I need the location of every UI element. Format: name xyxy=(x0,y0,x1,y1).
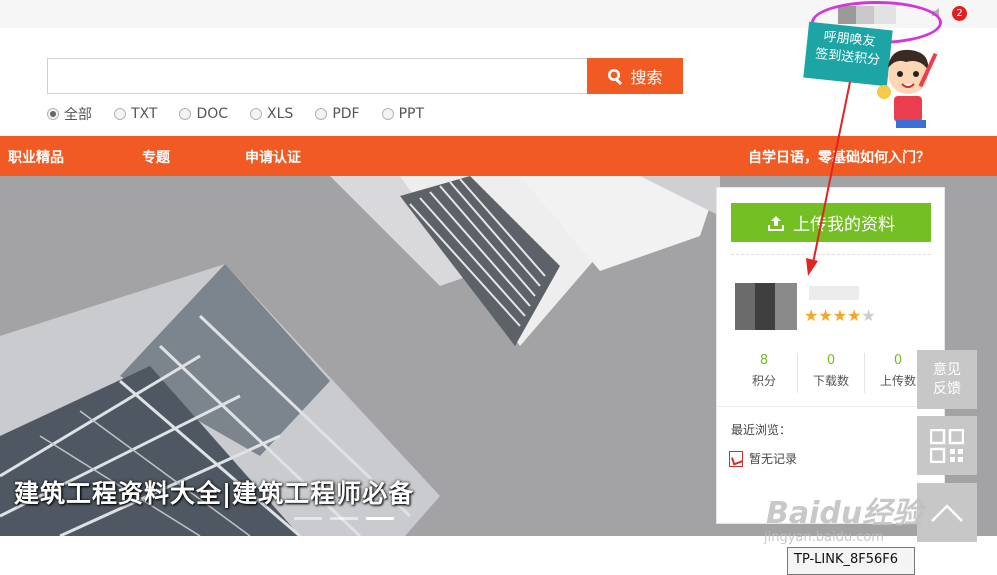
slide-indicators xyxy=(294,517,394,520)
radio-icon[interactable] xyxy=(179,108,192,120)
pdf-icon xyxy=(729,450,743,467)
radio-icon[interactable] xyxy=(47,108,59,120)
nav-item-topics[interactable]: 专题 xyxy=(142,147,170,167)
slide-dot[interactable] xyxy=(330,517,358,520)
filter-txt[interactable]: TXT xyxy=(114,104,157,124)
annotation-arrow xyxy=(806,81,851,276)
radio-icon[interactable] xyxy=(381,108,394,120)
stat-downloads[interactable]: 0 下载数 xyxy=(798,353,865,393)
recent-empty-text: 暂无记录 xyxy=(749,452,798,466)
baidu-watermark: Baidu经验 xyxy=(766,496,923,531)
star-icon: ★ xyxy=(832,306,848,325)
user-rating: ★★★★★ xyxy=(804,306,876,325)
banner-title[interactable]: 建筑工程资料大全|建筑工程师必备 xyxy=(14,474,414,510)
radio-icon[interactable] xyxy=(315,108,328,120)
stat-points[interactable]: 8 积分 xyxy=(731,353,798,393)
mascot-icon[interactable] xyxy=(876,44,940,130)
notification-badge[interactable]: 2 xyxy=(952,6,967,21)
slide-dot-active[interactable] xyxy=(366,517,394,520)
star-icon: ★ xyxy=(804,306,819,325)
user-name-blurred[interactable] xyxy=(809,286,859,300)
filter-doc[interactable]: DOC xyxy=(179,104,228,124)
baidu-watermark-url: jingyan.baidu.com xyxy=(764,530,884,545)
file-type-filters: 全部 TXT DOC XLS PDF PPT xyxy=(47,104,446,124)
recent-empty-row: 暂无记录 xyxy=(729,450,797,467)
feedback-button[interactable]: 意见 反馈 xyxy=(917,350,977,409)
search-button[interactable]: 搜索 xyxy=(587,58,683,94)
star-icon: ★ xyxy=(818,306,833,325)
recent-label: 最近浏览： xyxy=(731,423,792,437)
star-empty-icon: ★ xyxy=(861,306,876,325)
network-tooltip: TP-LINK_8F56F6 xyxy=(787,547,915,575)
upload-icon xyxy=(768,215,784,231)
slide-dot[interactable] xyxy=(294,517,322,520)
chevron-up-icon xyxy=(931,503,963,522)
search-button-label: 搜索 xyxy=(630,68,663,87)
qr-code-button[interactable] xyxy=(917,416,977,475)
back-to-top-button[interactable] xyxy=(917,483,977,542)
star-icon: ★ xyxy=(847,306,862,325)
divider xyxy=(717,406,946,407)
search-icon xyxy=(608,68,623,85)
radio-icon[interactable] xyxy=(114,108,126,120)
qr-code-icon xyxy=(930,428,964,463)
filter-pdf[interactable]: PDF xyxy=(315,104,360,124)
search-input[interactable] xyxy=(47,58,588,94)
filter-all[interactable]: 全部 xyxy=(47,104,92,124)
radio-icon[interactable] xyxy=(250,108,263,120)
filter-xls[interactable]: XLS xyxy=(250,104,293,124)
nav-item-certification[interactable]: 申请认证 xyxy=(245,147,301,167)
filter-ppt[interactable]: PPT xyxy=(381,104,424,124)
page: 2 搜索 全部 TXT DOC XLS PDF PPT 职业精品 专题 申请认证… xyxy=(0,0,997,575)
user-stats: 8 积分 0 下载数 0 上传数 xyxy=(731,353,931,393)
avatar[interactable] xyxy=(735,283,797,330)
nav-item-career[interactable]: 职业精品 xyxy=(8,147,64,167)
